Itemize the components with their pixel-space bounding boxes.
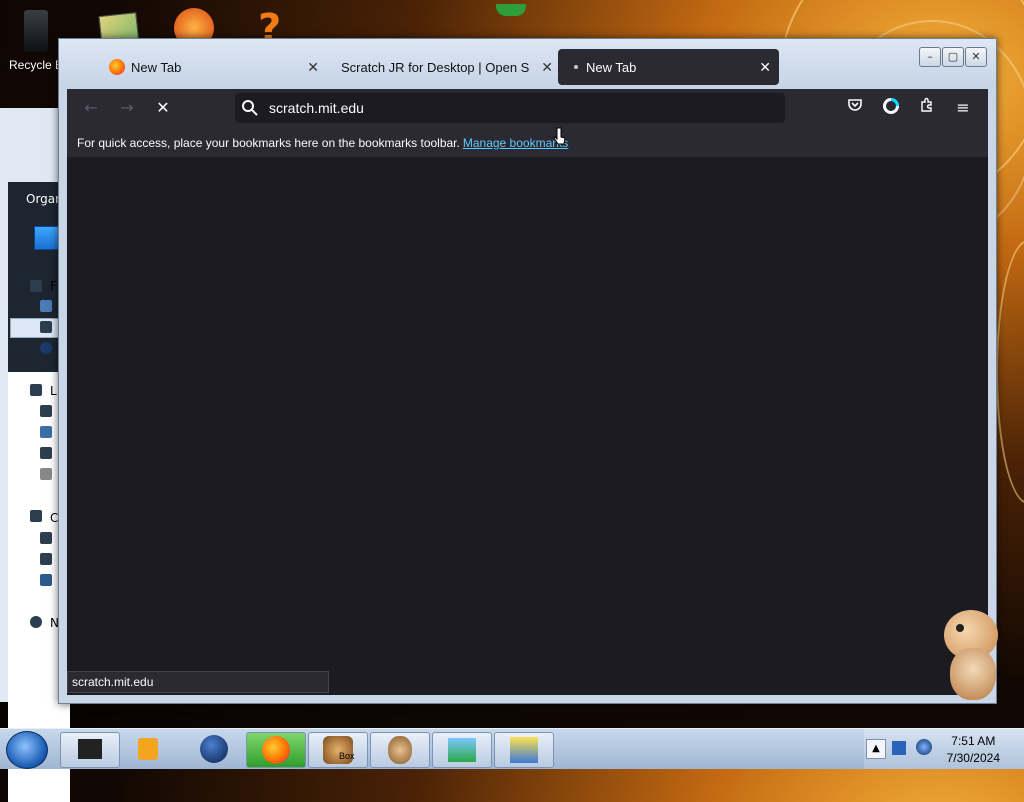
clock-time: 7:51 AM — [951, 734, 996, 748]
close-tab-icon[interactable]: ✕ — [541, 59, 553, 76]
taskbar-globe-app[interactable] — [184, 732, 242, 766]
mouse-pointer-icon — [553, 127, 566, 145]
taskbar: Box ▲ 7:51 AM 7/30/2024 — [0, 728, 1024, 769]
start-button[interactable] — [6, 731, 48, 769]
browser-content: ← → ✕ scratch.mit.edu ≡ For quick access… — [67, 89, 988, 695]
tab-label: Scratch JR for Desktop | Open Sourc — [341, 59, 529, 75]
libraries-icon — [30, 384, 42, 396]
tab-new-tab-active[interactable]: New Tab ✕ — [558, 49, 779, 85]
drive-d-icon — [40, 553, 52, 565]
network-icon — [30, 616, 42, 628]
firefox-icon — [262, 736, 290, 764]
url-text: scratch.mit.edu — [269, 100, 364, 116]
pocket-icon[interactable] — [843, 97, 867, 119]
clock-date: 7/30/2024 — [946, 751, 1000, 765]
firefox-icon — [109, 59, 125, 75]
system-tray: ▲ 7:51 AM 7/30/2024 — [864, 729, 1024, 769]
globe-icon — [40, 342, 52, 354]
drive-c-icon — [40, 532, 52, 544]
clock[interactable]: 7:51 AM 7/30/2024 — [947, 733, 1000, 767]
recycle-bin-label: Recycle B — [9, 58, 64, 72]
globe-tray-icon[interactable] — [916, 739, 932, 755]
computer-icon — [30, 510, 42, 522]
desktop-icon — [40, 300, 52, 312]
bookmarks-toolbar: For quick access, place your bookmarks h… — [67, 127, 988, 157]
tree-item-f[interactable]: F — [50, 279, 57, 293]
tab-label: New Tab — [586, 59, 637, 75]
hamster-icon — [388, 736, 412, 764]
favorites-icon — [30, 280, 42, 292]
checklist-icon — [510, 737, 538, 763]
installer-icon — [448, 738, 476, 762]
network-tray-icon[interactable] — [892, 741, 906, 755]
taskbar-installer-app[interactable] — [432, 732, 492, 768]
bookmarks-message: For quick access, place your bookmarks h… — [77, 136, 568, 150]
tab-scratch-jr[interactable]: Scratch JR for Desktop | Open Sourc ✕ — [335, 49, 555, 85]
hamster-mascot — [938, 606, 1004, 702]
taskbar-media-app[interactable] — [122, 732, 180, 766]
tab-strip: New Tab ✕ Scratch JR for Desktop | Open … — [59, 39, 996, 89]
nav-toolbar: ← → ✕ scratch.mit.edu ≡ — [67, 89, 988, 127]
globe-icon — [200, 735, 228, 763]
show-hidden-icons[interactable]: ▲ — [866, 739, 886, 759]
monitor-icon — [78, 739, 102, 759]
maximize-icon[interactable]: ▢ — [942, 47, 964, 67]
tab-label: New Tab — [131, 59, 182, 75]
box-label: Box — [339, 751, 355, 761]
account-icon[interactable] — [879, 97, 903, 119]
bookmarks-message-text: For quick access, place your bookmarks h… — [77, 136, 460, 150]
status-bar: scratch.mit.edu — [67, 671, 329, 693]
taskbar-box-app[interactable]: Box — [308, 732, 368, 768]
taskbar-firefox[interactable] — [246, 732, 306, 768]
drive-e-icon — [40, 574, 52, 586]
tab-new-tab-1[interactable]: New Tab ✕ — [109, 49, 327, 85]
close-tab-icon[interactable]: ✕ — [307, 59, 319, 76]
taskbar-hamster-app[interactable] — [370, 732, 430, 768]
tree-item-l[interactable]: L — [50, 384, 57, 398]
loading-dot-icon — [574, 65, 578, 69]
pictures-icon — [40, 447, 52, 459]
media-player-icon — [138, 738, 158, 760]
menu-icon[interactable]: ≡ — [951, 97, 975, 119]
browser-window: New Tab ✕ Scratch JR for Desktop | Open … — [58, 38, 997, 704]
url-bar[interactable]: scratch.mit.edu — [235, 93, 785, 123]
music-icon — [40, 426, 52, 438]
wallpaper-swirl — [996, 240, 1024, 504]
downloads-icon — [40, 321, 52, 333]
search-icon — [242, 100, 258, 116]
stop-loading-icon[interactable]: ✕ — [151, 97, 175, 119]
documents-icon — [40, 405, 52, 417]
close-tab-icon[interactable]: ✕ — [759, 59, 771, 76]
extensions-icon[interactable] — [915, 97, 939, 119]
taskbar-monitor-app[interactable] — [60, 732, 120, 768]
forward-icon[interactable]: → — [115, 97, 139, 119]
minimize-icon[interactable]: – — [919, 47, 941, 67]
back-icon[interactable]: ← — [79, 97, 103, 119]
taskbar-checklist-app[interactable] — [494, 732, 554, 768]
videos-icon — [40, 468, 52, 480]
close-window-icon[interactable]: ✕ — [965, 47, 987, 67]
